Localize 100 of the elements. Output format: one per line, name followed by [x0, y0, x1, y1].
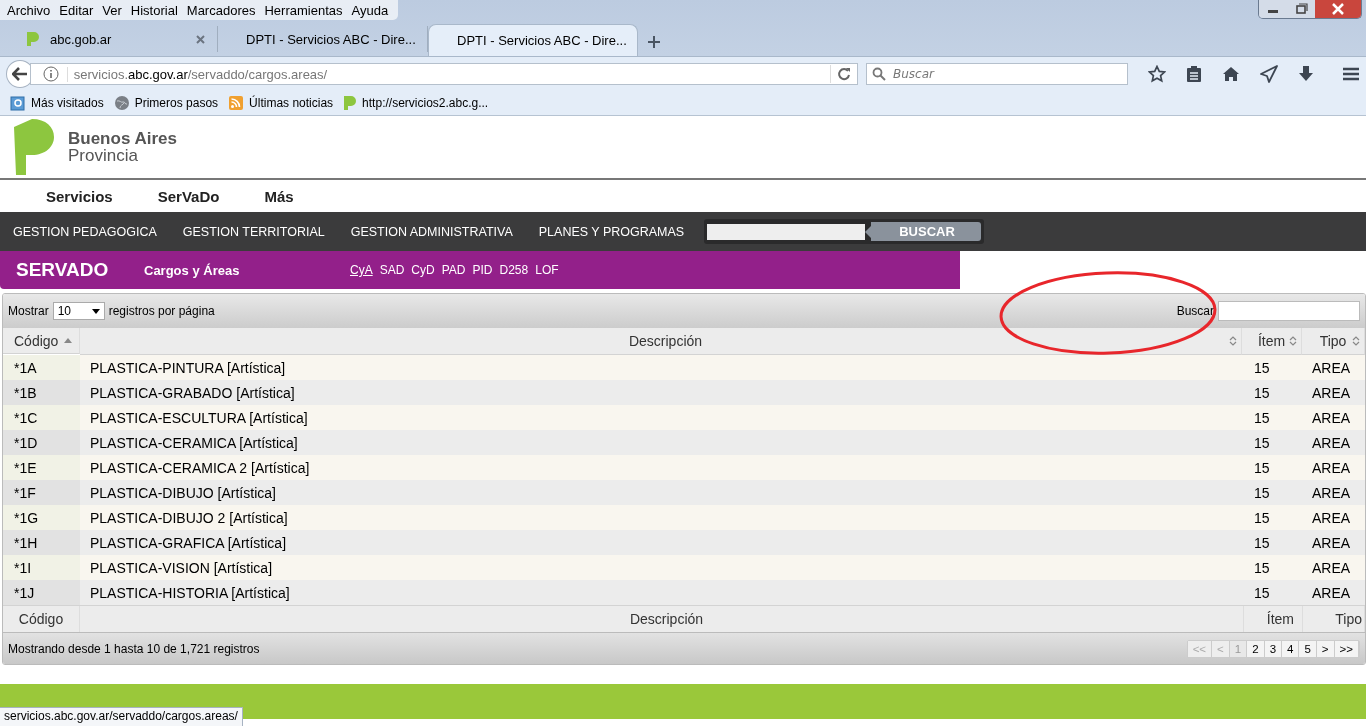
table-cell: PLASTICA-CERAMICA [Artística]	[80, 430, 1244, 455]
table-cell: AREA	[1303, 430, 1365, 455]
table-cell: AREA	[1303, 555, 1365, 580]
banner-link[interactable]: LOF	[535, 263, 559, 277]
nav-link[interactable]: Más	[264, 187, 294, 205]
search-field[interactable]: Buscar	[866, 63, 1128, 85]
browser-tab[interactable]: DPTI - Servicios ABC - Dire...	[428, 24, 638, 56]
menu-item[interactable]: Editar	[56, 2, 100, 18]
restore-icon[interactable]	[1287, 0, 1315, 18]
menu-item[interactable]: Ayuda	[348, 2, 395, 18]
tab-title: DPTI - Servicios ABC - Dire...	[457, 33, 627, 48]
banner-link[interactable]: CyD	[411, 263, 435, 277]
column-header[interactable]: Ítem	[1242, 328, 1302, 355]
page-button[interactable]: 2	[1247, 640, 1265, 657]
column-footer: Código	[3, 606, 80, 632]
page-button[interactable]: 5	[1299, 640, 1317, 657]
page-button[interactable]: 4	[1282, 640, 1300, 657]
bookmark-item[interactable]: Últimas noticias	[228, 95, 334, 111]
banner-subtitle: Cargos y Áreas	[144, 262, 241, 278]
table-cell: AREA	[1303, 355, 1365, 380]
table-cell: 15	[1244, 455, 1303, 480]
table-cell: *1E	[3, 455, 80, 480]
table-cell: AREA	[1303, 455, 1365, 480]
logo-subtitle: Provincia	[68, 147, 139, 164]
table-cell: PLASTICA-GRABADO [Artística]	[80, 380, 1244, 405]
paper-plane-icon[interactable]	[1260, 65, 1278, 83]
table-cell: 15	[1244, 580, 1303, 605]
banner-link[interactable]: D258	[499, 263, 529, 277]
bookmark-item[interactable]: Primeros pasos	[113, 95, 219, 111]
banner-link[interactable]: SAD	[379, 263, 405, 277]
bookmark-item[interactable]: http://servicios2.abc.g...	[343, 95, 489, 111]
menu-item[interactable]: Historial	[127, 2, 184, 18]
globe-icon	[113, 95, 130, 111]
column-header[interactable]: Tipo	[1302, 328, 1365, 355]
banner-link[interactable]: PID	[472, 263, 493, 277]
table-cell: 15	[1244, 530, 1303, 555]
logo-title: Buenos Aires	[68, 130, 177, 147]
nav-link[interactable]: SerVaDo	[157, 187, 220, 205]
column-header[interactable]: Descripción	[80, 328, 1242, 355]
reload-icon[interactable]	[837, 67, 851, 81]
table-cell: PLASTICA-DIBUJO 2 [Artística]	[80, 505, 1244, 530]
table-cell: *1D	[3, 430, 80, 455]
menu-icon[interactable]	[1342, 66, 1360, 82]
table-cell: AREA	[1303, 405, 1365, 430]
browser-tab[interactable]: abc.gob.ar	[8, 26, 218, 52]
table-cell: PLASTICA-DIBUJO [Artística]	[80, 480, 1244, 505]
menu-item[interactable]: Archivo	[4, 2, 57, 18]
page-button[interactable]: >	[1316, 640, 1335, 657]
close-icon[interactable]	[196, 34, 205, 44]
table-cell: 15	[1244, 505, 1303, 530]
star-icon[interactable]	[1148, 65, 1166, 83]
menu-item[interactable]: Marcadores	[183, 2, 262, 18]
back-arrow-icon	[11, 67, 28, 81]
plus-icon[interactable]	[648, 36, 660, 48]
minimize-icon[interactable]	[1259, 0, 1287, 18]
address-bar[interactable]: servicios.abc.gov.ar/servaddo/cargos.areas/	[29, 63, 858, 85]
feed-icon	[228, 95, 245, 111]
page-length-select[interactable]: 10	[52, 302, 105, 320]
pointer-icon	[865, 225, 872, 238]
column-header[interactable]: Código	[3, 328, 80, 354]
nav-link[interactable]: Servicios	[46, 187, 113, 205]
table-cell: *1I	[3, 555, 80, 580]
home-icon[interactable]	[1222, 66, 1240, 82]
table-cell: *1B	[3, 380, 80, 405]
table-cell: 15	[1244, 355, 1303, 380]
filter-field[interactable]	[1218, 301, 1360, 321]
length-label: Mostrar	[8, 304, 49, 318]
length-label: registros por página	[108, 304, 215, 318]
site-search-field[interactable]	[707, 223, 866, 240]
table-cell: 15	[1244, 480, 1303, 505]
banner-title: SERVADO	[16, 259, 110, 281]
page-button[interactable]: >>	[1334, 640, 1359, 657]
banner-link[interactable]: PAD	[441, 263, 466, 277]
table-cell: *1G	[3, 505, 80, 530]
section-link[interactable]: GESTION ADMINISTRATIVA	[350, 224, 513, 239]
table-cell: *1F	[3, 480, 80, 505]
menu-item[interactable]: Herramientas	[261, 2, 349, 18]
clipboard-icon[interactable]	[1186, 65, 1202, 83]
section-link[interactable]: PLANES Y PROGRAMAS	[538, 224, 685, 239]
folder-icon	[10, 95, 26, 111]
banner-link[interactable]: CyA	[350, 263, 373, 277]
tab-title: DPTI - Servicios ABC - Dire...	[246, 31, 416, 47]
bookmark-item[interactable]: Más visitados	[10, 95, 104, 111]
download-icon[interactable]	[1298, 65, 1314, 83]
close-icon[interactable]	[1315, 0, 1361, 18]
table-cell: *1H	[3, 530, 80, 555]
menu-item[interactable]: Ver	[99, 2, 128, 18]
table-cell: AREA	[1303, 505, 1365, 530]
section-link[interactable]: GESTION PEDAGOGICA	[13, 224, 157, 239]
table-cell: *1A	[3, 355, 80, 380]
table-cell: *1J	[3, 580, 80, 605]
page-button[interactable]: 3	[1264, 640, 1283, 657]
table-cell: PLASTICA-PINTURA [Artística]	[80, 355, 1244, 380]
table-cell: PLASTICA-CERAMICA 2 [Artística]	[80, 455, 1244, 480]
section-link[interactable]: GESTION TERRITORIAL	[182, 224, 325, 239]
status-url: servicios.abc.gov.ar/servaddo/cargos.areas/	[0, 707, 243, 726]
flag-logo-icon	[343, 95, 358, 111]
column-footer: Ítem	[1244, 606, 1303, 632]
flag-logo-icon	[26, 31, 40, 47]
table-info: Mostrando desde 1 hasta 10 de 1,721 registros	[8, 641, 260, 656]
